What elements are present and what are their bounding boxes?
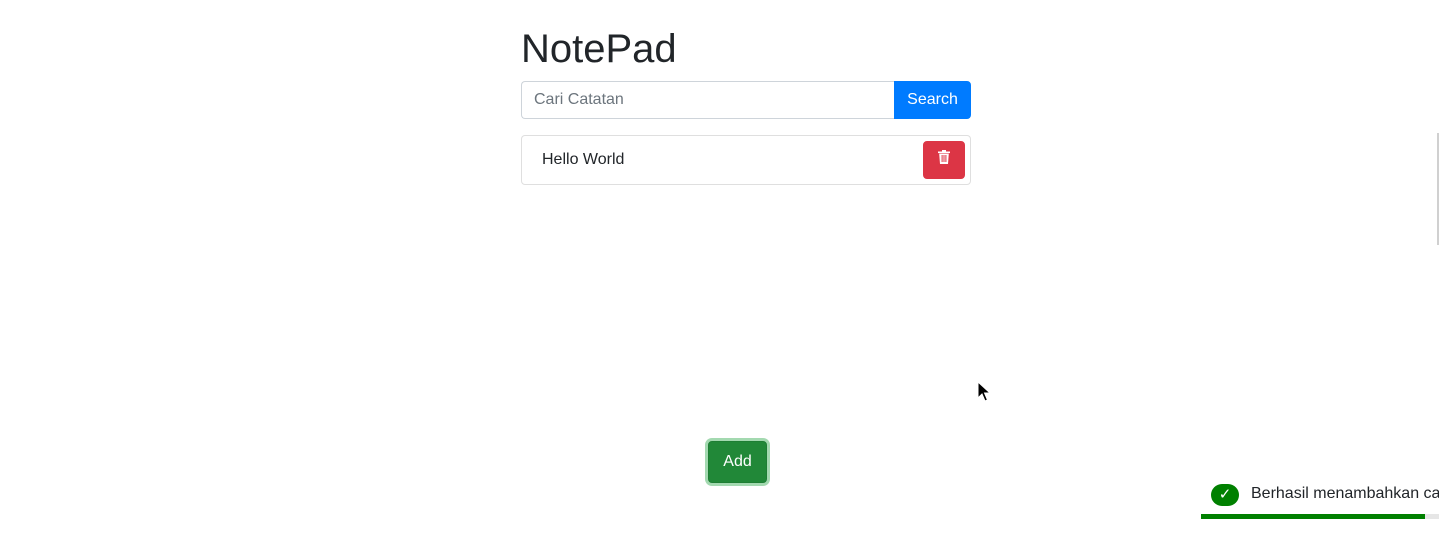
- note-list: Hello World: [521, 135, 971, 185]
- toast-progress-bar: [1201, 514, 1439, 519]
- search-bar: Search: [521, 81, 971, 119]
- notepad-page: NotePad Search Hello World: [0, 0, 1439, 551]
- check-icon: ✓: [1211, 484, 1239, 506]
- mouse-cursor-icon: [977, 380, 992, 403]
- toast-progress-fill: [1201, 514, 1425, 519]
- toast-notification: ✓ Berhasil menambahkan catatan: [1201, 474, 1439, 519]
- note-text: Hello World: [542, 151, 625, 168]
- page-title: NotePad: [521, 27, 677, 71]
- delete-button[interactable]: [923, 141, 965, 179]
- search-input[interactable]: [521, 81, 894, 119]
- list-item: Hello World: [521, 135, 971, 185]
- trash-icon: [938, 150, 950, 167]
- toast-message: Berhasil menambahkan catatan: [1251, 485, 1439, 502]
- add-button[interactable]: Add: [708, 441, 767, 483]
- search-button[interactable]: Search: [894, 81, 971, 119]
